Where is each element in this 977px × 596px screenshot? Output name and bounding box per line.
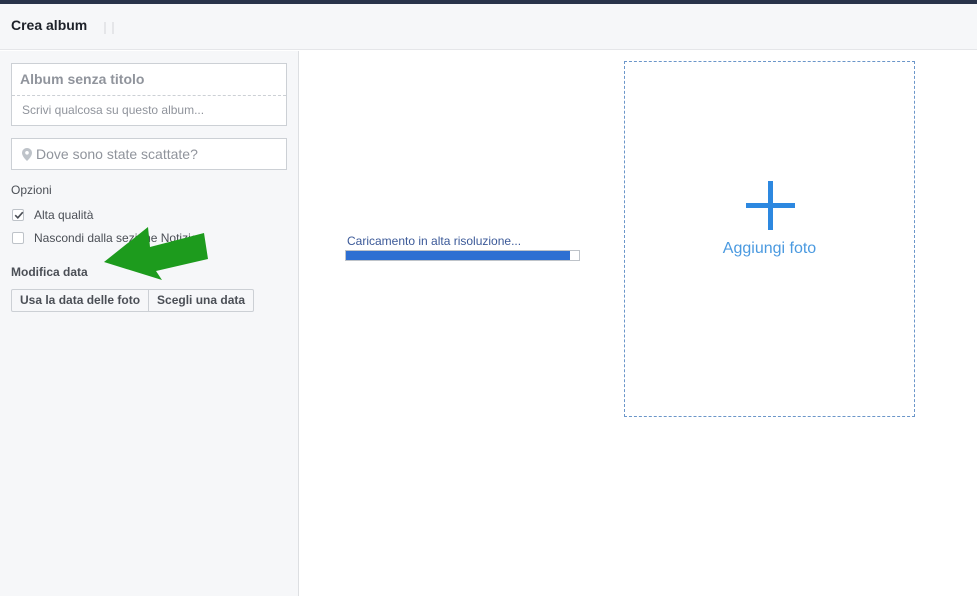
hide-from-feed-checkbox[interactable] bbox=[12, 232, 24, 244]
use-photo-date-button[interactable]: Usa la data delle foto bbox=[11, 289, 150, 312]
grip-icon bbox=[104, 22, 114, 34]
add-photo-label: Aggiungi foto bbox=[722, 240, 817, 257]
location-placeholder: Dove sono state scattate? bbox=[36, 146, 198, 162]
upload-progress-bar bbox=[345, 250, 580, 261]
album-title-input[interactable]: Album senza titolo bbox=[20, 71, 144, 87]
options-heading: Opzioni bbox=[11, 183, 52, 197]
album-info-box: Album senza titolo Scrivi qualcosa su qu… bbox=[11, 63, 287, 126]
choose-date-button[interactable]: Scegli una data bbox=[149, 289, 255, 312]
album-description-input[interactable]: Scrivi qualcosa su questo album... bbox=[22, 103, 204, 117]
location-input[interactable]: Dove sono state scattate? bbox=[11, 138, 287, 170]
sidebar: Album senza titolo Scrivi qualcosa su qu… bbox=[0, 51, 299, 596]
page-title: Crea album bbox=[11, 17, 88, 33]
add-photo-dropzone[interactable]: Aggiungi foto bbox=[624, 61, 915, 417]
plus-icon bbox=[746, 181, 795, 230]
checkmark-icon bbox=[14, 211, 24, 219]
high-quality-checkbox[interactable] bbox=[12, 209, 24, 221]
divider bbox=[12, 95, 286, 96]
map-pin-icon bbox=[22, 148, 32, 161]
high-quality-label: Alta qualità bbox=[34, 208, 94, 222]
upload-status-text: Caricamento in alta risoluzione... bbox=[347, 234, 522, 248]
header: Crea album bbox=[0, 4, 977, 50]
green-arrow-icon bbox=[104, 227, 208, 280]
upload-progress-fill bbox=[346, 251, 570, 260]
date-button-group: Usa la data delle foto Scegli una data bbox=[11, 289, 255, 312]
edit-date-heading: Modifica data bbox=[11, 265, 88, 279]
